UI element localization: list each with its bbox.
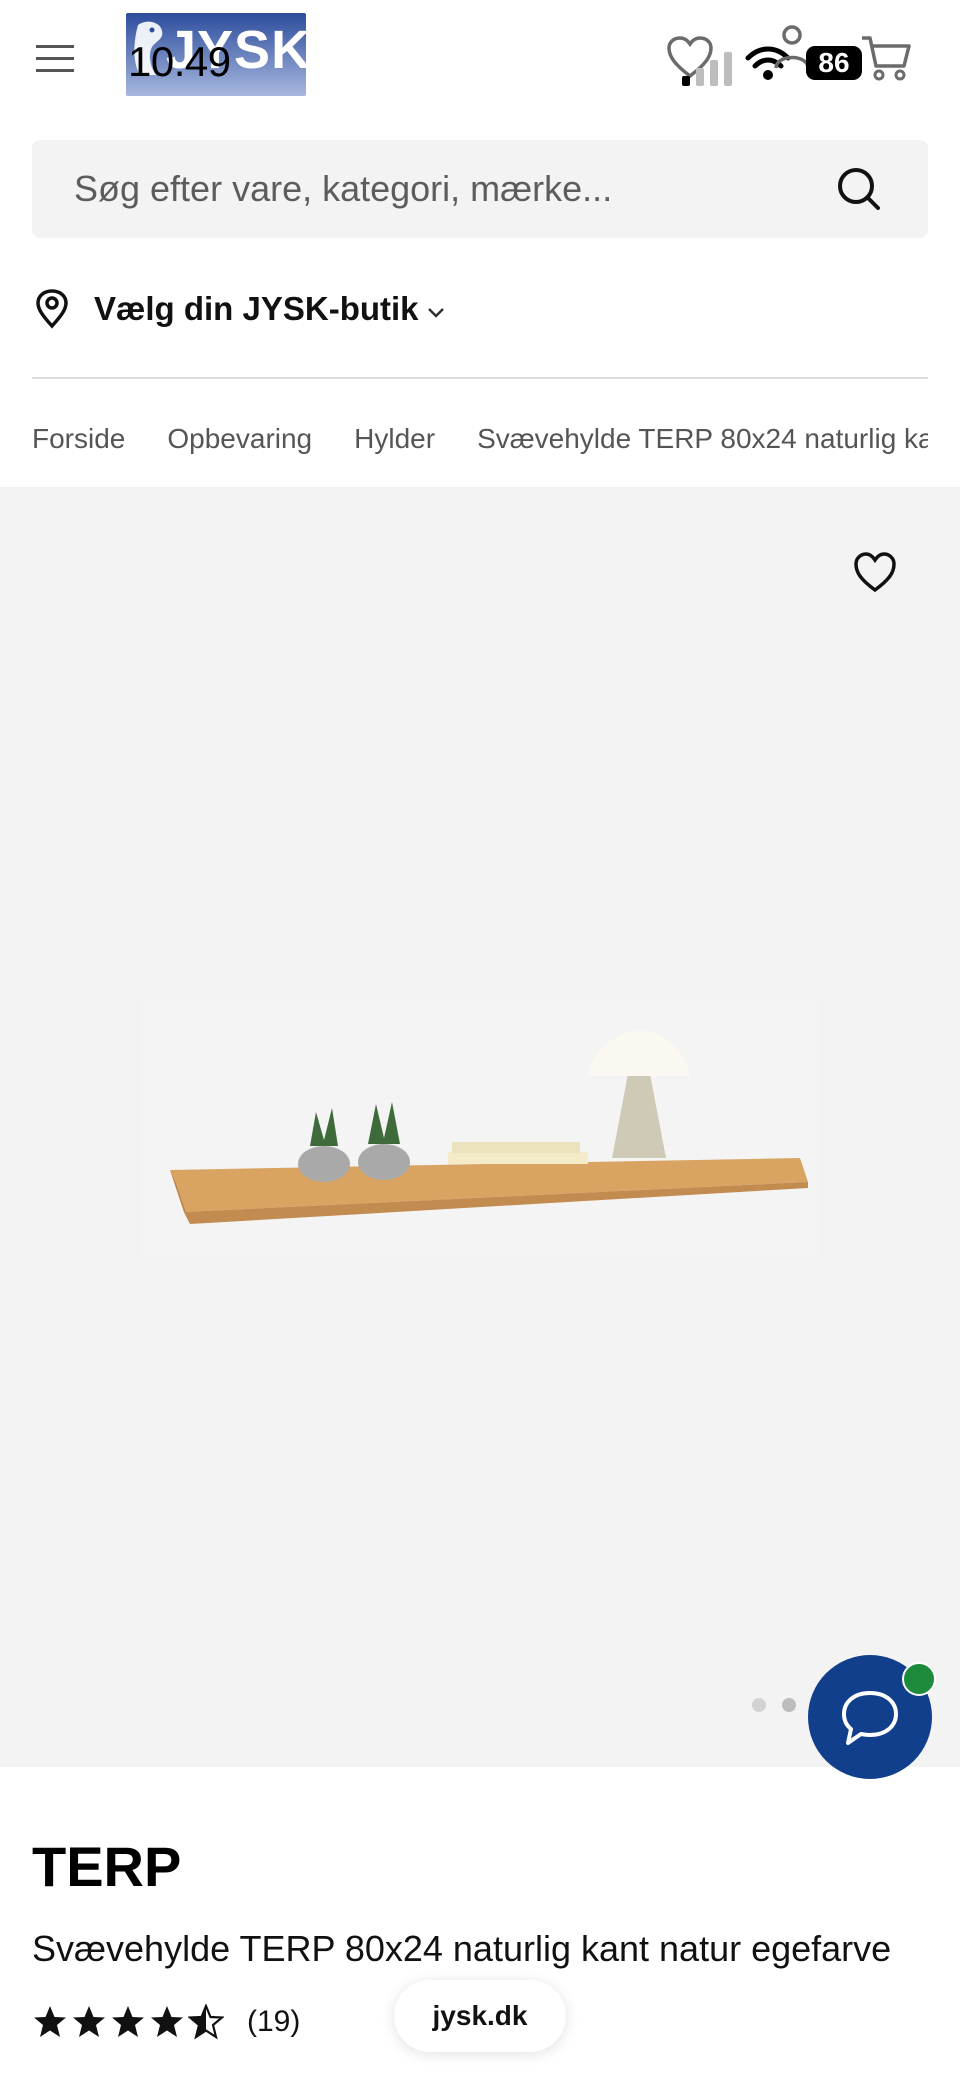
store-selector-label: Vælg din JYSK-butik xyxy=(94,290,419,327)
product-brand: TERP xyxy=(32,1835,182,1898)
star-filled-icon xyxy=(112,2006,144,2037)
chat-bubble-icon xyxy=(842,1691,898,1745)
breadcrumb: Forside Opbevaring Hylder Svævehylde TER… xyxy=(32,418,928,460)
product-title: Svævehylde TERP 80x24 naturlig kant natu… xyxy=(32,1928,892,1969)
breadcrumb-item-opbevaring[interactable]: Opbevaring xyxy=(167,423,312,455)
browser-url-pill[interactable]: jysk.dk xyxy=(394,1980,566,2052)
status-time: 10.49 xyxy=(128,38,231,85)
cart-icon[interactable] xyxy=(860,34,912,82)
cellular-signal-icon xyxy=(682,52,732,86)
battery-indicator: 86 xyxy=(806,46,862,80)
search-input[interactable] xyxy=(74,140,834,238)
search-icon[interactable] xyxy=(832,162,886,216)
breadcrumb-item-forside[interactable]: Forside xyxy=(32,423,125,455)
product-image xyxy=(140,1000,820,1260)
store-selector[interactable]: Vælg din JYSK-butik xyxy=(32,284,447,334)
search-bar xyxy=(32,140,928,238)
product-rating[interactable]: (19) xyxy=(32,2004,300,2040)
chevron-down-icon xyxy=(427,308,444,318)
hamburger-menu-icon[interactable] xyxy=(32,36,78,82)
star-half-icon xyxy=(188,2004,224,2040)
breadcrumb-item-hylder[interactable]: Hylder xyxy=(354,423,435,455)
star-filled-icon xyxy=(151,2006,183,2037)
gallery-dot[interactable] xyxy=(752,1698,766,1712)
breadcrumb-item-current: Svævehylde TERP 80x24 naturlig kant natu… xyxy=(477,423,928,454)
favorite-heart-icon[interactable] xyxy=(852,550,898,596)
gallery-dot-active[interactable] xyxy=(782,1698,796,1712)
star-filled-icon xyxy=(34,2006,66,2037)
site-header: JYSK 10.49 86 xyxy=(0,0,960,118)
location-pin-icon xyxy=(36,289,68,329)
divider xyxy=(32,377,928,379)
review-count: (19) xyxy=(247,2005,301,2038)
status-cluster: 86 xyxy=(666,24,914,90)
online-status-badge xyxy=(902,1662,936,1696)
star-filled-icon xyxy=(73,2006,105,2037)
